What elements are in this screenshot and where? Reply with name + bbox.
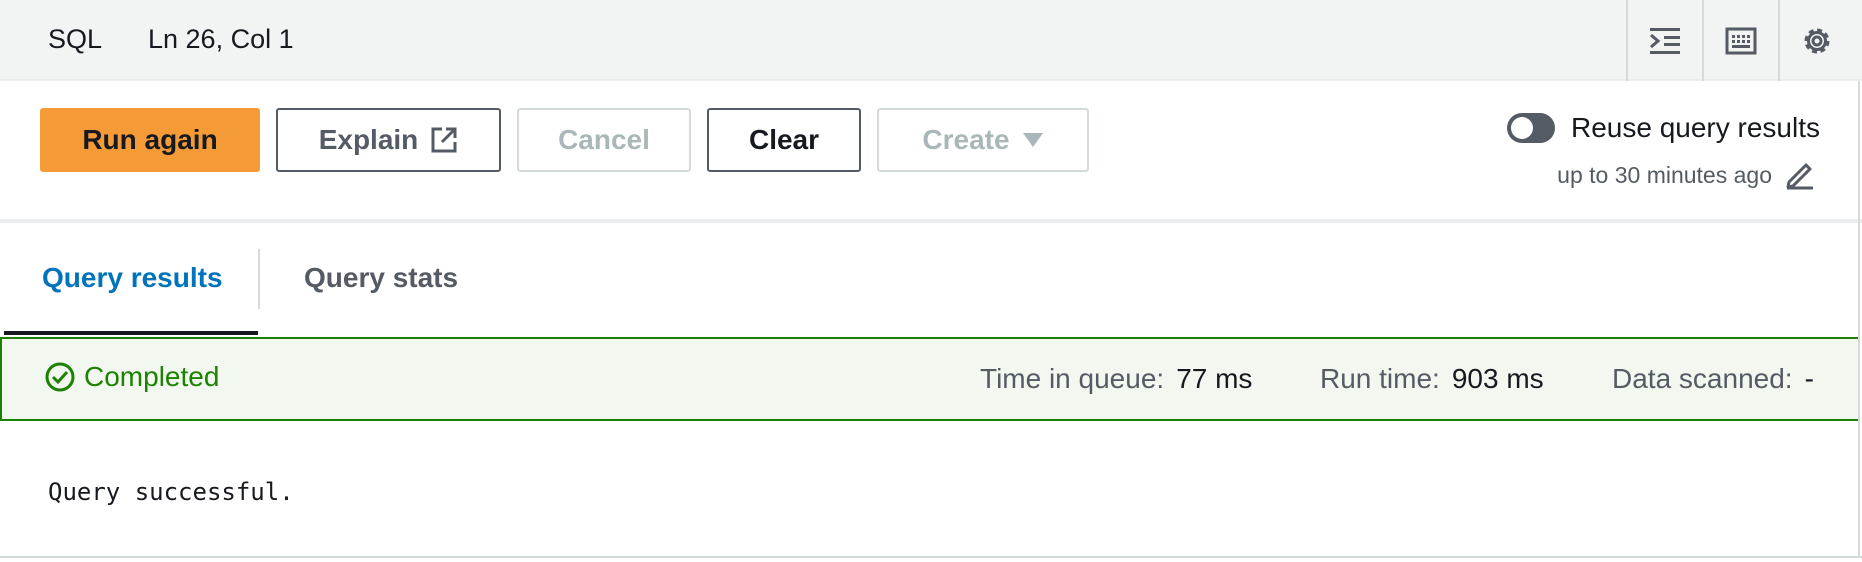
keyboard-button[interactable] [1702, 0, 1778, 81]
tab-separator [258, 249, 260, 309]
data-scanned-value: - [1804, 363, 1814, 394]
status-text: Completed [84, 361, 220, 392]
time-in-queue-value: 77 ms [1176, 363, 1253, 394]
cancel-button[interactable]: Cancel [517, 108, 691, 172]
check-circle-icon [45, 362, 75, 392]
cursor-position: Ln 26, Col 1 [148, 24, 294, 54]
cancel-label: Cancel [558, 124, 650, 155]
tab-query-stats[interactable]: Query stats [304, 262, 458, 294]
time-in-queue-label: Time in queue: [980, 363, 1165, 394]
create-dropdown-button[interactable]: Create [877, 108, 1089, 172]
settings-button[interactable] [1778, 0, 1854, 81]
reuse-results-duration: up to 30 minutes ago [1557, 162, 1772, 188]
create-label: Create [922, 124, 1010, 155]
reuse-results-label: Reuse query results [1570, 112, 1820, 143]
tab-query-results[interactable]: Query results [42, 262, 223, 294]
data-scanned: Data scanned: - [1612, 363, 1814, 395]
clear-button[interactable]: Clear [707, 108, 861, 172]
status-completed: Completed [44, 361, 219, 393]
run-again-label: Run again [82, 124, 218, 155]
panel-bottom-border [0, 556, 1862, 558]
indent-icon [1650, 27, 1680, 54]
data-scanned-label: Data scanned: [1612, 363, 1793, 394]
toggle-knob [1510, 117, 1533, 139]
run-time-value: 903 ms [1451, 363, 1544, 394]
reuse-results-toggle-group: Reuse query results [1506, 112, 1820, 144]
run-time-label: Run time: [1320, 363, 1440, 394]
gear-icon [1804, 28, 1830, 53]
reuse-results-toggle[interactable] [1506, 113, 1555, 143]
indent-button[interactable] [1626, 0, 1702, 81]
clear-label: Clear [748, 124, 820, 155]
edit-pencil-icon[interactable] [1784, 158, 1816, 190]
active-tab-indicator [4, 331, 258, 335]
explain-label: Explain [318, 124, 419, 155]
keyboard-icon [1725, 27, 1757, 54]
query-status-panel: Completed Time in queue: 77 ms Run time: 9… [0, 337, 1860, 421]
results-tabs [0, 223, 1862, 337]
time-in-queue: Time in queue: 77 ms [980, 363, 1252, 395]
panel-right-border [1858, 81, 1860, 558]
editor-status-bar: SQL Ln 26, Col 1 [0, 0, 1862, 81]
run-time: Run time: 903 ms [1320, 363, 1544, 395]
caret-down-icon [1022, 133, 1043, 147]
language-indicator: SQL [48, 24, 103, 54]
external-link-icon [431, 127, 457, 153]
query-result-message: Query successful. [48, 478, 294, 506]
explain-button[interactable]: Explain [276, 108, 501, 172]
run-again-button[interactable]: Run again [40, 108, 260, 172]
